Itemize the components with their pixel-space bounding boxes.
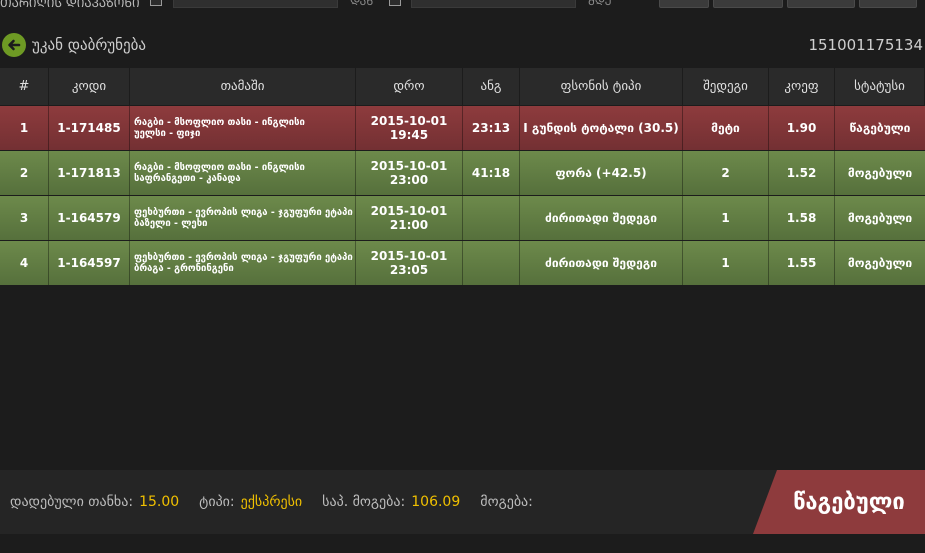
win-item: მოგება: (480, 494, 539, 510)
filter-button-1[interactable] (659, 0, 709, 8)
arrow-left-icon (2, 33, 26, 57)
col-result: შედეგი (683, 68, 769, 105)
row-number: 3 (0, 196, 49, 240)
row-date: 2015-10-01 23:00 (356, 151, 463, 195)
row-game: რაგბი - მსოფლიო თასი - ინგლისი საფრანგეთ… (130, 151, 356, 195)
row-score (463, 196, 520, 240)
row-status: წაგებული (849, 121, 911, 135)
filter-button-4[interactable] (859, 0, 917, 8)
table-row: 2 1-171813 რაგბი - მსოფლიო თასი - ინგლის… (0, 151, 925, 196)
row-bet-type: ფორა (+42.5) (520, 151, 683, 195)
row-game: ფეხბურთი - ევროპის ლიგა - ჯგუფური ეტაპი … (130, 241, 356, 285)
row-number: 2 (0, 151, 49, 195)
row-number: 1 (0, 106, 49, 150)
row-status: მოგებული (847, 256, 913, 270)
row-odds: 1.55 (769, 241, 835, 285)
table-empty-area (0, 288, 925, 470)
row-odds: 1.52 (769, 151, 835, 195)
row-odds: 1.90 (769, 106, 835, 150)
row-code: 1-171813 (49, 151, 130, 195)
row-code: 1-171485 (49, 106, 130, 150)
row-bet-type: ძირითადი შედეგი (520, 241, 683, 285)
filter-button-3[interactable] (787, 0, 855, 8)
ticket-summary: დადებული თანხა: 15.00 ტიპი: ექსპრესი საპ. … (0, 470, 925, 534)
ticket-header: უკან დაბრუნება 151001175134 (0, 26, 925, 64)
type-item: ტიპი: ექსპრესი (199, 494, 302, 510)
date-from-input[interactable] (173, 0, 338, 8)
col-date: დრო (356, 68, 463, 105)
col-number: # (0, 68, 49, 105)
bottom-strip (0, 534, 925, 553)
date-range-label: ᲗᲐᲠᲘᲦᲘᲡ ᲓᲘᲐᲞᲐᲖᲝᲜᲘ (0, 0, 140, 10)
ticket-id: 151001175134 (808, 36, 923, 54)
type-label: ტიპი: (199, 494, 235, 510)
type-value: ექსპრესი (240, 494, 303, 510)
stake-label: დადებული თანხა: (10, 494, 134, 510)
bets-table: # კოდი თამაში დრო ანგ ფსონის ტიპი შედეგი… (0, 68, 925, 286)
row-score: 41:18 (463, 151, 520, 195)
date-from-sep: ᲓᲐᲜ (350, 0, 374, 8)
row-bet-type: I გუნდის ტოტალი (30.5) (520, 106, 683, 150)
row-code: 1-164579 (49, 196, 130, 240)
stake-item: დადებული თანხა: 15.00 (10, 494, 179, 510)
col-score: ანგ (463, 68, 520, 105)
table-row: 4 1-164597 ფეხბურთი - ევროპის ლიგა - ჯგუ… (0, 241, 925, 286)
date-to-input[interactable] (411, 0, 576, 8)
col-bet-type: ფსონის ტიპი (520, 68, 683, 105)
potential-item: საპ. მოგება: 106.09 (322, 494, 460, 510)
date-from-checkbox[interactable] (150, 0, 162, 6)
row-date: 2015-10-01 19:45 (356, 106, 463, 150)
filter-button-2[interactable] (713, 0, 783, 8)
row-score: 23:13 (463, 106, 520, 150)
back-button[interactable]: უკან დაბრუნება (2, 33, 146, 57)
filter-bar: ᲗᲐᲠᲘᲦᲘᲡ ᲓᲘᲐᲞᲐᲖᲝᲜᲘ ᲓᲐᲜ ᲛᲓᲔ (0, 0, 925, 10)
row-bet-type: ძირითადი შედეგი (520, 196, 683, 240)
table-row: 3 1-164579 ფეხბურთი - ევროპის ლიგა - ჯგუ… (0, 196, 925, 241)
date-to-sep: ᲛᲓᲔ (588, 0, 612, 8)
col-odds: კოეფ (769, 68, 835, 105)
row-code: 1-164597 (49, 241, 130, 285)
row-date: 2015-10-01 23:05 (356, 241, 463, 285)
col-status: სტატუსი (835, 68, 925, 105)
back-label: უკან დაბრუნება (32, 36, 146, 54)
potential-label: საპ. მოგება: (322, 494, 406, 510)
row-result: მეტი (683, 106, 769, 150)
row-game: ფეხბურთი - ევროპის ლიგა - ჯგუფური ეტაპი … (130, 196, 356, 240)
date-to-checkbox[interactable] (389, 0, 401, 6)
row-result: 2 (683, 151, 769, 195)
table-row: 1 1-171485 რაგბი - მსოფლიო თასი - ინგლის… (0, 106, 925, 151)
ticket-status-badge: წაგებული (753, 470, 925, 534)
col-game: თამაში (130, 68, 356, 105)
table-header: # კოდი თამაში დრო ანგ ფსონის ტიპი შედეგი… (0, 68, 925, 106)
ticket-status-text: წაგებული (793, 489, 905, 515)
win-label: მოგება: (480, 494, 533, 510)
row-odds: 1.58 (769, 196, 835, 240)
row-game: რაგბი - მსოფლიო თასი - ინგლისი უელსი - ფ… (130, 106, 356, 150)
potential-value: 106.09 (411, 494, 461, 510)
row-date: 2015-10-01 21:00 (356, 196, 463, 240)
row-result: 1 (683, 241, 769, 285)
row-result: 1 (683, 196, 769, 240)
row-score (463, 241, 520, 285)
row-number: 4 (0, 241, 49, 285)
row-status: მოგებული (847, 166, 913, 180)
stake-value: 15.00 (139, 494, 180, 510)
col-code: კოდი (49, 68, 130, 105)
row-status: მოგებული (847, 211, 913, 225)
